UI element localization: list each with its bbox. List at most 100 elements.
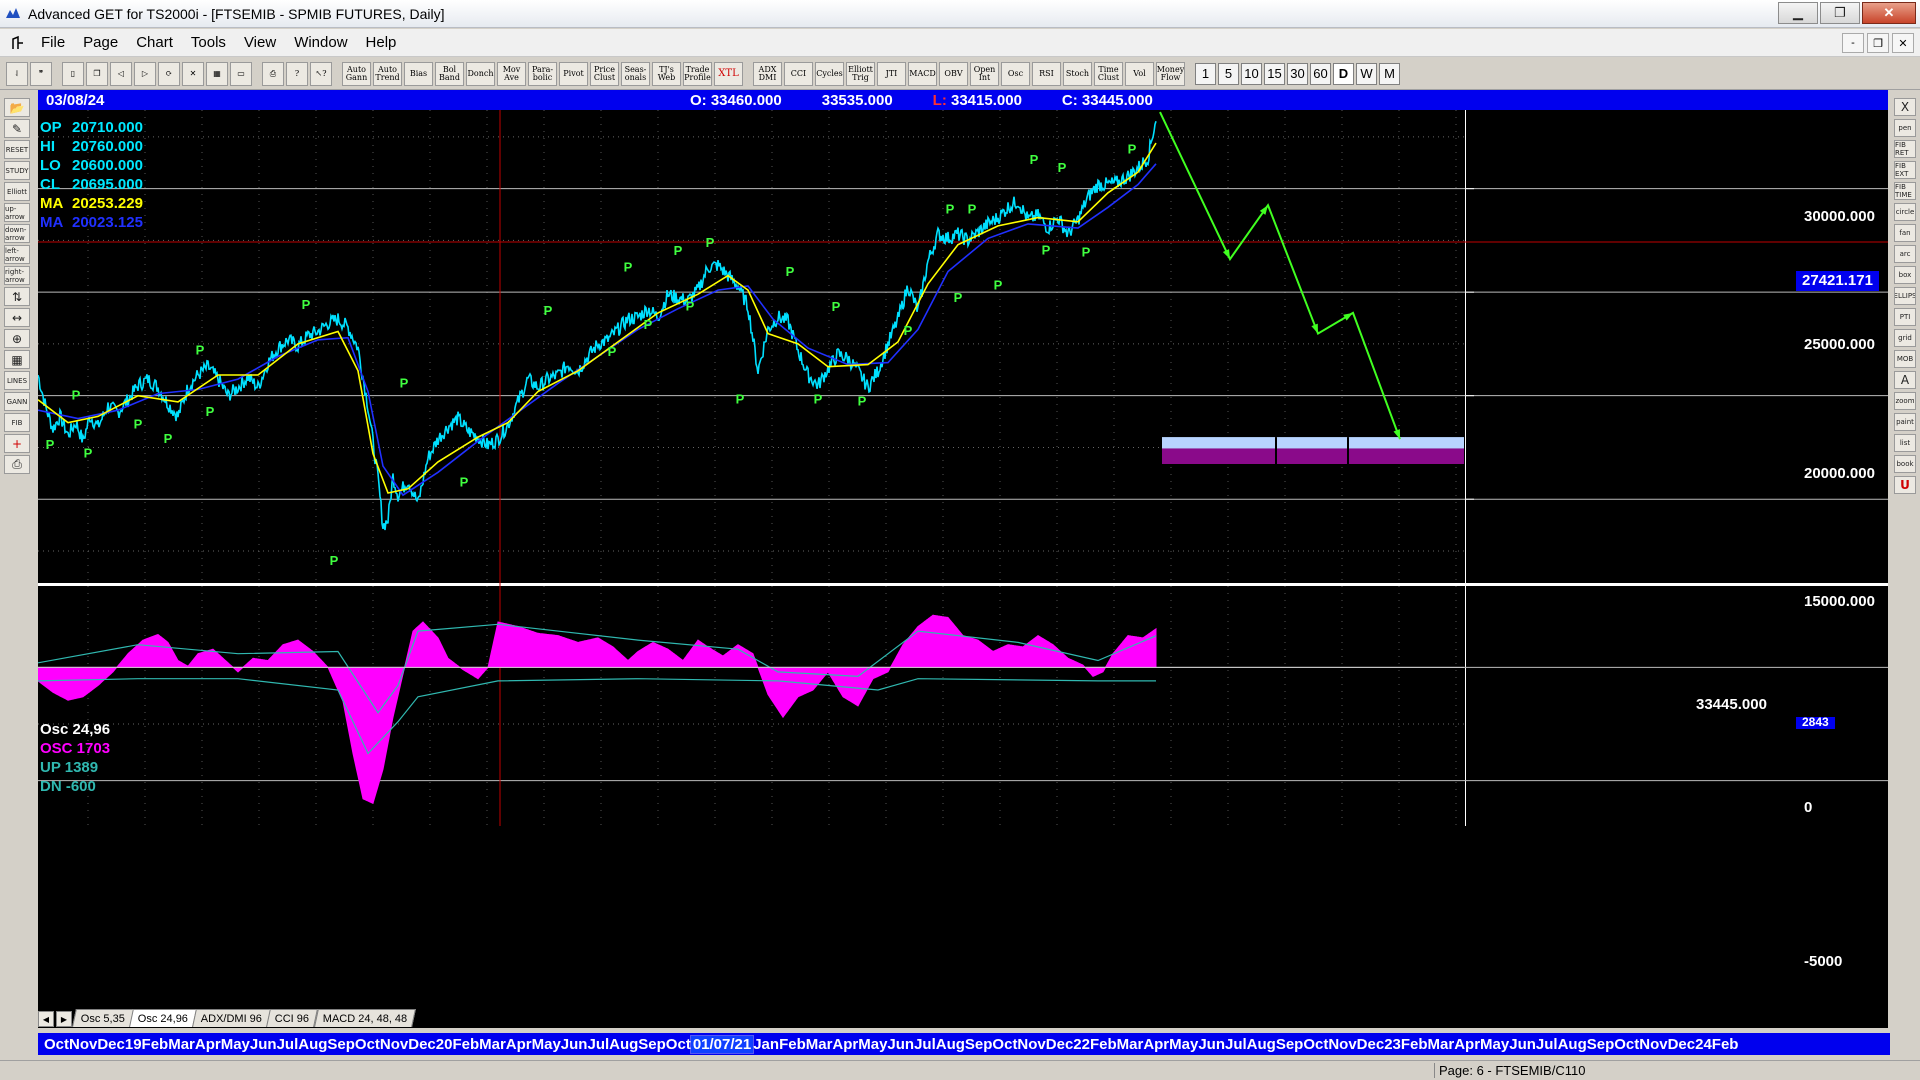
study-button-obv[interactable]: OBV bbox=[939, 61, 968, 86]
right-tool-a[interactable]: A bbox=[1894, 371, 1916, 389]
left-tool-right-arrow[interactable]: right-arrow bbox=[4, 266, 30, 285]
tab-osc-24-96[interactable]: Osc 24,96 bbox=[129, 1009, 198, 1027]
right-tool-fib-time[interactable]: FIB TIME bbox=[1894, 182, 1916, 200]
study-button-money-flow[interactable]: Money Flow bbox=[1156, 61, 1185, 86]
study-button-auto-trend[interactable]: Auto Trend bbox=[373, 61, 402, 86]
tab-osc-5-35[interactable]: Osc 5,35 bbox=[72, 1009, 134, 1027]
period-button-30[interactable]: 30 bbox=[1287, 62, 1308, 85]
chart-type-icon[interactable]: ⇃ bbox=[6, 61, 28, 86]
study-button-trade-profile[interactable]: Trade Profile bbox=[683, 61, 712, 86]
mdi-close-button[interactable]: ✕ bbox=[1892, 33, 1914, 53]
minimize-button[interactable]: ▁ bbox=[1778, 2, 1818, 24]
left-tool-open-icon[interactable]: 📂 bbox=[4, 98, 30, 117]
menu-file[interactable]: File bbox=[32, 34, 74, 51]
tab-left-icon[interactable]: ◀ bbox=[38, 1011, 54, 1027]
document-icon[interactable] bbox=[10, 35, 26, 51]
study-button-vol[interactable]: Vol bbox=[1125, 61, 1154, 86]
study-button-xtl[interactable]: XTL bbox=[714, 61, 743, 86]
left-tool-gann[interactable]: GANN bbox=[4, 392, 30, 411]
tab-adx-dmi-96[interactable]: ADX/DMI 96 bbox=[192, 1009, 272, 1027]
left-tool-study[interactable]: STUDY bbox=[4, 161, 30, 180]
right-tool-circle[interactable]: circle bbox=[1894, 203, 1916, 221]
period-button-10[interactable]: 10 bbox=[1241, 62, 1262, 85]
menu-page[interactable]: Page bbox=[74, 34, 127, 51]
right-tool-zoom[interactable]: zoom bbox=[1894, 392, 1916, 410]
right-tool-fib-ext[interactable]: FIB EXT bbox=[1894, 161, 1916, 179]
mdi-minimize-button[interactable]: - bbox=[1842, 33, 1864, 53]
maximize-button[interactable]: ❐ bbox=[1820, 2, 1860, 24]
copy-page-icon[interactable]: ❐ bbox=[86, 61, 108, 86]
right-tool-fib-ret[interactable]: FIB RET bbox=[1894, 140, 1916, 158]
right-tool-arc[interactable]: arc bbox=[1894, 245, 1916, 263]
right-tool-ellips[interactable]: ELLIPS bbox=[1894, 287, 1916, 305]
chart-area[interactable]: PPPPPPPPPPPPPPPPPPPPPPPPPPPPPPPPP OP 2071… bbox=[38, 110, 1888, 1028]
left-tool-down-arrow[interactable]: down-arrow bbox=[4, 224, 30, 243]
left-tool-bar-icon[interactable]: ⇅ bbox=[4, 287, 30, 306]
left-tool-print-icon[interactable]: ⎙ bbox=[4, 455, 30, 474]
study-button-cycles[interactable]: Cycles bbox=[815, 61, 844, 86]
study-button-adx-dmi[interactable]: ADX DMI bbox=[753, 61, 782, 86]
tab-cci-96[interactable]: CCI 96 bbox=[266, 1009, 319, 1027]
study-button-tj-s-web[interactable]: TJ's Web bbox=[652, 61, 681, 86]
right-tool-pen[interactable]: pen bbox=[1894, 119, 1916, 137]
left-tool-up-arrow[interactable]: up-arrow bbox=[4, 203, 30, 222]
menu-view[interactable]: View bbox=[235, 34, 285, 51]
period-button-60[interactable]: 60 bbox=[1310, 62, 1331, 85]
study-button-pivot[interactable]: Pivot bbox=[559, 61, 588, 86]
forward-icon[interactable]: ▷ bbox=[134, 61, 156, 86]
right-tool-fan[interactable]: fan bbox=[1894, 224, 1916, 242]
price-chart[interactable]: PPPPPPPPPPPPPPPPPPPPPPPPPPPPPPPPP bbox=[38, 110, 1888, 1028]
study-button-auto-gann[interactable]: Auto Gann bbox=[342, 61, 371, 86]
right-tool-paint[interactable]: paint bbox=[1894, 413, 1916, 431]
menu-chart[interactable]: Chart bbox=[127, 34, 182, 51]
tab-right-icon[interactable]: ▶ bbox=[56, 1011, 72, 1027]
right-tool-u[interactable]: U bbox=[1894, 476, 1916, 494]
study-button-osc[interactable]: Osc bbox=[1001, 61, 1030, 86]
mdi-restore-button[interactable]: ❐ bbox=[1867, 33, 1889, 53]
study-button-price-clust[interactable]: Price Clust bbox=[590, 61, 619, 86]
right-tool-pti[interactable]: PTI bbox=[1894, 308, 1916, 326]
study-button-seas-onals[interactable]: Seas-onals bbox=[621, 61, 650, 86]
context-help-icon[interactable]: ↖? bbox=[310, 61, 332, 86]
tab-macd-24-48-48[interactable]: MACD 24, 48, 48 bbox=[313, 1009, 416, 1027]
study-button-para-bolic[interactable]: Para-bolic bbox=[528, 61, 557, 86]
study-button-cci[interactable]: CCI bbox=[784, 61, 813, 86]
left-tool-draw-icon[interactable]: ✎ bbox=[4, 119, 30, 138]
study-button-macd[interactable]: MACD bbox=[908, 61, 937, 86]
print-icon[interactable]: ⎙ bbox=[262, 61, 284, 86]
period-button-1[interactable]: 1 bbox=[1195, 62, 1216, 85]
left-tool-scale-icon[interactable]: ↔ bbox=[4, 308, 30, 327]
period-button-d[interactable]: D bbox=[1333, 62, 1354, 85]
left-tool-grid-icon[interactable]: ▦ bbox=[4, 350, 30, 369]
refresh-icon[interactable]: ⟳ bbox=[158, 61, 180, 86]
left-tool-cross-icon[interactable]: + bbox=[4, 434, 30, 453]
study-button-bias[interactable]: Bias bbox=[404, 61, 433, 86]
help-icon[interactable]: ? bbox=[286, 61, 308, 86]
left-tool-reset[interactable]: RESET bbox=[4, 140, 30, 159]
study-button-time-clust[interactable]: Time Clust bbox=[1094, 61, 1123, 86]
left-tool-zoom-icon[interactable]: ⊕ bbox=[4, 329, 30, 348]
period-button-m[interactable]: M bbox=[1379, 62, 1400, 85]
right-tool-book[interactable]: book bbox=[1894, 455, 1916, 473]
delete-icon[interactable]: ✕ bbox=[182, 61, 204, 86]
right-tool-x[interactable]: X bbox=[1894, 98, 1916, 116]
study-button-rsi[interactable]: RSI bbox=[1032, 61, 1061, 86]
close-button[interactable]: ✕ bbox=[1862, 2, 1916, 24]
study-button-mov-ave[interactable]: Mov Ave bbox=[497, 61, 526, 86]
study-button-donch[interactable]: Donch bbox=[466, 61, 495, 86]
period-button-5[interactable]: 5 bbox=[1218, 62, 1239, 85]
left-tool-left-arrow[interactable]: left-arrow bbox=[4, 245, 30, 264]
right-tool-mob[interactable]: MOB bbox=[1894, 350, 1916, 368]
left-tool-fib[interactable]: FIB bbox=[4, 413, 30, 432]
new-page-icon[interactable]: ▯ bbox=[62, 61, 84, 86]
period-button-15[interactable]: 15 bbox=[1264, 62, 1285, 85]
study-button-bol-band[interactable]: Bol Band bbox=[435, 61, 464, 86]
time-axis[interactable]: OctNovDec19FebMarAprMayJunJulAugSepOctNo… bbox=[38, 1033, 1890, 1055]
study-button-open-int[interactable]: Open Int bbox=[970, 61, 999, 86]
left-tool-lines[interactable]: LINES bbox=[4, 371, 30, 390]
menu-tools[interactable]: Tools bbox=[182, 34, 235, 51]
study-button-jti[interactable]: JTI bbox=[877, 61, 906, 86]
right-tool-box[interactable]: box bbox=[1894, 266, 1916, 284]
menu-help[interactable]: Help bbox=[357, 34, 406, 51]
layout-icon[interactable]: ▦ bbox=[206, 61, 228, 86]
